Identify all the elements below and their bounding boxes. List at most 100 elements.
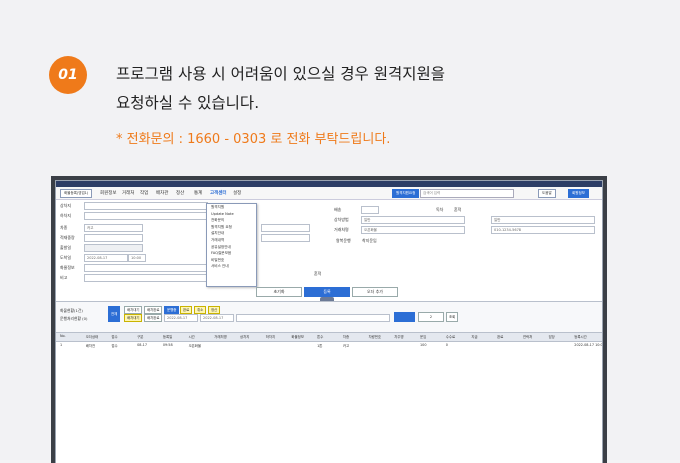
grid-col-7[interactable]: 상차지 (240, 334, 249, 339)
order-form: 상차지 하차지 차종 카고 적재중량 출발일 도착일 2022-08-17 10… (56, 201, 602, 282)
menu-item-5[interactable]: 통계 (194, 190, 202, 196)
client-field[interactable]: 오픈화물 (361, 226, 465, 234)
menu-item-7[interactable]: 설정 (233, 190, 241, 196)
label-weight: 적재중량 (60, 235, 75, 240)
depart-field[interactable] (84, 244, 143, 252)
menu-item-3[interactable]: 배차관 (156, 190, 168, 196)
check-cod[interactable]: 착지운임 (362, 238, 377, 244)
grid-col-3[interactable]: 구분 (137, 334, 143, 339)
unload-method-select[interactable]: 일반 (491, 216, 595, 224)
menu-item-4[interactable]: 정산 (176, 190, 184, 196)
grid-col-12[interactable]: 차량번호 (369, 334, 381, 339)
dropdown-item-1[interactable]: Update Note (207, 211, 256, 218)
date-from-field[interactable]: 2022-08-17 (164, 314, 198, 322)
label-memo: 비고 (60, 275, 68, 280)
label-delivery: 배송 (334, 207, 342, 212)
phone-note: * 전화문의 : 1660 - 0303 로 전화 부탁드립니다. (116, 132, 391, 147)
grid-col-2[interactable]: 접수 (111, 334, 117, 339)
dropdown-item-8[interactable]: 비밀번호 (207, 257, 256, 264)
check-roundtrip[interactable]: 왕복운행 (336, 238, 351, 244)
dropoff-field[interactable] (84, 212, 208, 220)
grid-col-10[interactable]: 톤수 (317, 334, 323, 339)
grid-cell-14: 100 (420, 343, 427, 347)
page-number[interactable]: 2 (418, 312, 444, 322)
menu-item-6[interactable]: 고객센터 (210, 190, 227, 196)
grid-col-15[interactable]: 수수료 (446, 334, 455, 339)
grid-col-1[interactable]: 오더상태 (86, 334, 98, 339)
status-count-label: 화물현황(1건) (60, 308, 83, 313)
chip-settle[interactable]: 정산 (208, 306, 221, 314)
grid-col-4[interactable]: 등록일 (163, 334, 172, 339)
chip-done[interactable]: 완료 (180, 306, 193, 314)
grid-col-6[interactable]: 거래처명 (214, 334, 226, 339)
remote-support-button[interactable]: 원격지원요청 (392, 189, 420, 198)
next-page-icon[interactable] (403, 312, 415, 322)
label-arrive: 도착일 (60, 255, 72, 260)
grid-col-18[interactable]: 연락처 (523, 334, 532, 339)
chip-all[interactable]: 전체 (108, 306, 121, 322)
chip-assigned[interactable]: 배차완료 (144, 306, 163, 314)
radio-mixed[interactable]: 혼적 (454, 207, 461, 213)
search-input[interactable]: 검색어 입력 (420, 189, 514, 198)
chip-assigned-2[interactable]: 배차완료 (144, 314, 163, 322)
grid-col-14[interactable]: 운임 (420, 334, 426, 339)
submit-button[interactable]: 등록 (304, 287, 350, 297)
date-field[interactable]: 2022-08-17 (84, 254, 128, 262)
dropdown-item-7[interactable]: FAQ질문모음 (207, 250, 256, 257)
search-button[interactable]: 조회 (446, 312, 459, 322)
grid-empty-area (56, 349, 602, 463)
pickup-field[interactable] (84, 202, 208, 210)
dropdown-item-4[interactable]: 설치안내 (207, 230, 256, 237)
filter-field[interactable] (236, 314, 390, 322)
grid-cell-4: 09:58 (162, 343, 173, 347)
label-load-method: 상차방법 (334, 217, 349, 222)
label-cargo: 화물정보 (60, 265, 75, 270)
extra-field-2[interactable] (261, 234, 310, 242)
extra-field-1[interactable] (261, 224, 310, 232)
menu-item-1[interactable]: 거래처 (122, 190, 134, 196)
grid-col-5[interactable]: 시간 (189, 334, 195, 339)
load-method-select[interactable]: 일반 (361, 216, 465, 224)
time-field[interactable]: 10:00 (128, 254, 146, 262)
chip-waiting[interactable]: 배차대기 (124, 306, 143, 314)
menu-item-0[interactable]: 회원정보 (100, 190, 117, 196)
chip-driving[interactable]: 운행중 (164, 306, 180, 314)
dropdown-item-6[interactable]: 공유설정안내 (207, 244, 256, 251)
date-to-field[interactable]: 2022-08-17 (200, 314, 234, 322)
grid-col-11[interactable]: 차종 (343, 334, 349, 339)
radio-oneway[interactable]: 혼적 (314, 271, 321, 277)
dropdown-item-0[interactable]: 원격지원 (207, 204, 256, 211)
grid-col-20[interactable]: 등록시간 (574, 334, 586, 339)
grid-col-9[interactable]: 화물정보 (291, 334, 303, 339)
register-cargo-button[interactable]: 화물등록(영업1) (60, 189, 93, 198)
grid-col-19[interactable]: 담당 (549, 334, 555, 339)
grid-col-17[interactable]: 완료 (497, 334, 503, 339)
help-button[interactable]: 도움말 (538, 189, 556, 198)
memo-field[interactable] (84, 274, 208, 282)
weight-field[interactable] (84, 234, 143, 242)
vehicle-select[interactable]: 카고 (84, 224, 143, 232)
dropdown-item-3[interactable]: 원격지원 요청 (207, 224, 256, 231)
step-badge: 01 (49, 56, 87, 94)
customer-center-dropdown: 원격지원 Update Note 전화문의 원격지원 요청 설치안내 거래내역 … (206, 203, 257, 287)
chip-waiting-2[interactable]: 배차대기 (124, 314, 143, 322)
dropdown-item-5[interactable]: 거래내역 (207, 237, 256, 244)
contact-field[interactable]: 010-1234-5678 (491, 226, 595, 234)
grid-col-16[interactable]: 지급 (471, 334, 477, 339)
dropdown-item-9[interactable]: 서비스 안내 (207, 263, 256, 270)
menu-item-2[interactable]: 작업 (140, 190, 148, 196)
radio-single[interactable]: 독차 (436, 207, 443, 213)
member-info-button[interactable]: 회원정보 (568, 189, 589, 198)
add-order-button[interactable]: 오더 추가 (352, 287, 398, 297)
chip-cancel[interactable]: 취소 (194, 306, 207, 314)
grid-col-8[interactable]: 하차지 (266, 334, 275, 339)
reset-button[interactable]: 초기화 (256, 287, 302, 297)
grid-col-0[interactable]: No. (60, 334, 66, 338)
dropdown-item-2[interactable]: 전화문의 (207, 217, 256, 224)
delivery-select[interactable] (361, 206, 379, 214)
grid-header: No. 오더상태 접수 구분 등록일 시간 거래처명 상차지 하차지 화물정보 톤수 차종 차량번호 차주… (56, 332, 602, 342)
grid-col-13[interactable]: 차주명 (394, 334, 403, 339)
cargo-field[interactable] (84, 264, 208, 272)
label-depart: 출발일 (60, 245, 72, 250)
label-pickup: 상차지 (60, 203, 72, 208)
